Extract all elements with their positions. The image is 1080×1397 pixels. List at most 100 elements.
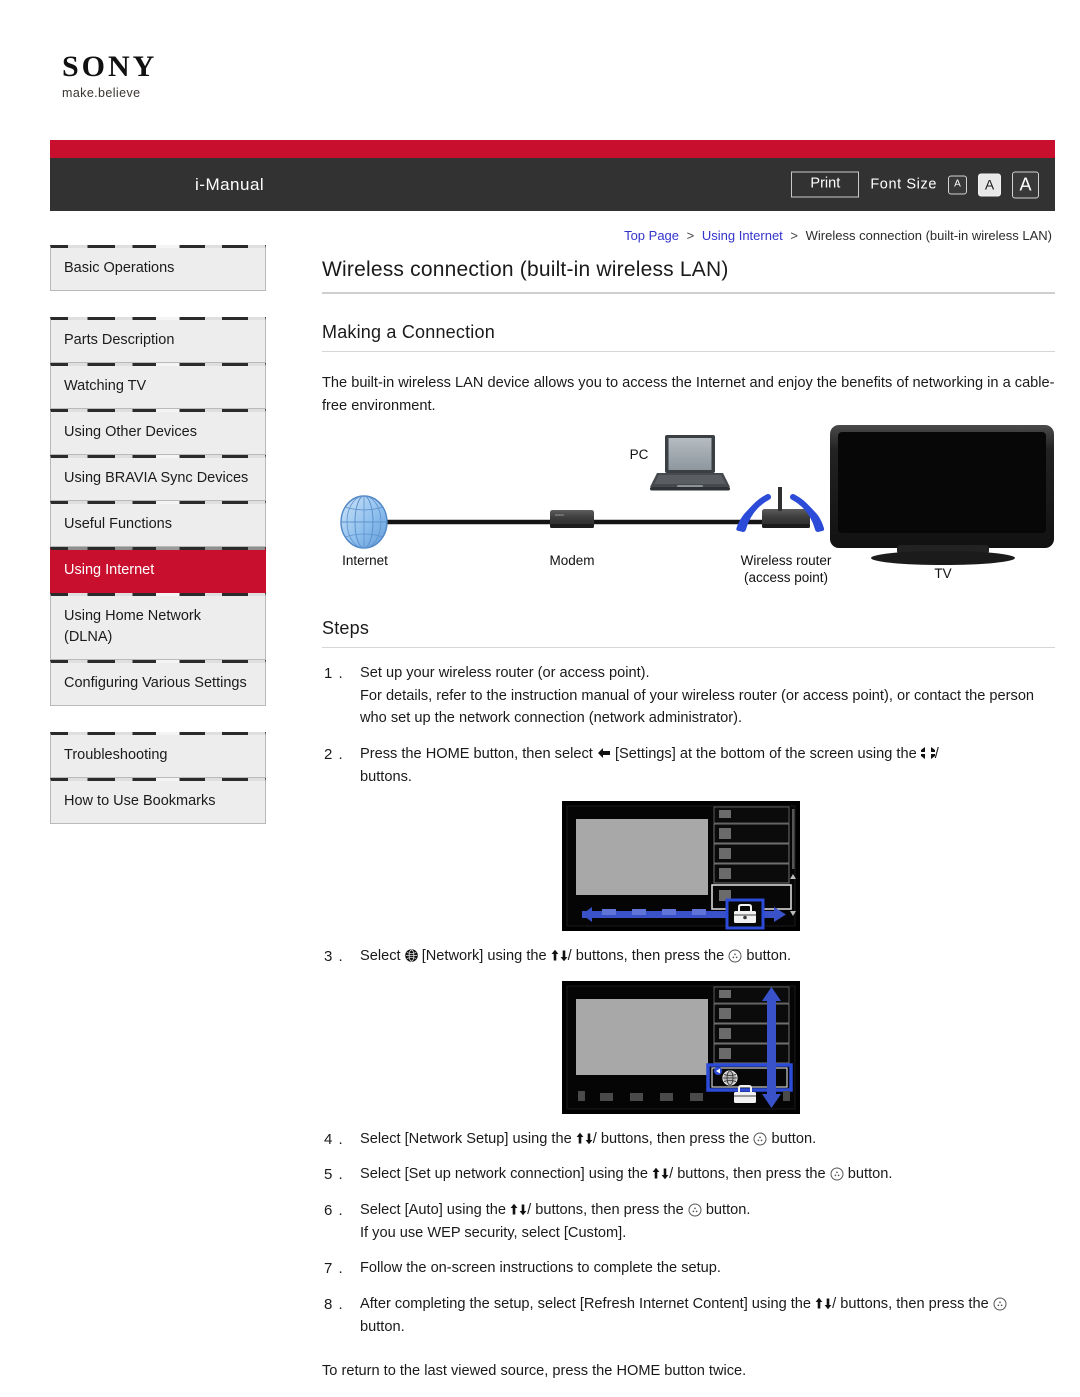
step-8-text-e: button.: [360, 1318, 405, 1335]
page-title: Wireless connection (built-in wireless L…: [322, 258, 729, 281]
step-8-text-d: buttons, then press the: [840, 1295, 989, 1312]
step-4-text-c: /: [592, 1130, 597, 1147]
up-down-buttons-icon: [815, 1295, 832, 1310]
sidebar-item-using-home-network-dlna[interactable]: Using Home Network (DLNA): [50, 593, 266, 661]
step-6: Select [Auto] using the / buttons, then …: [322, 1199, 1055, 1244]
section-heading-making-a-connection: Making a Connection: [322, 322, 495, 342]
sidebar-item-watching-tv[interactable]: Watching TV: [50, 363, 266, 410]
step-2-text-a: Press the HOME button, then select: [360, 746, 593, 763]
step-3-text-b: [Network] using the: [421, 948, 547, 965]
step-3: Select [Network] using the / buttons, th…: [322, 945, 1055, 968]
step-4: Select [Network Setup] using the / butto…: [322, 1128, 1055, 1151]
step-7-line-1: Follow the on-screen instructions to com…: [360, 1260, 721, 1277]
step-6-text-a: Select [Auto] using the: [360, 1202, 507, 1219]
step-5-text-a: Select [Set up network connection] using…: [360, 1166, 648, 1183]
breadcrumb-item-using-internet[interactable]: Using Internet: [702, 228, 783, 243]
breadcrumb-separator: >: [686, 228, 695, 243]
print-button[interactable]: Print: [791, 171, 860, 198]
modem-icon: [550, 510, 594, 529]
up-down-buttons-icon: [576, 1130, 593, 1145]
diagram-label-tv: TV: [934, 566, 952, 582]
step-2: Press the HOME button, then select [Sett…: [322, 743, 1055, 788]
sidebar-item-using-bravia-sync-devices[interactable]: Using BRAVIA Sync Devices: [50, 455, 266, 502]
steps-list-3: Select [Network Setup] using the / butto…: [322, 1128, 1055, 1338]
step-1: Set up your wireless router (or access p…: [322, 662, 1055, 730]
up-down-buttons-icon: [652, 1165, 669, 1180]
main-content: Wireless connection (built-in wireless L…: [322, 258, 1055, 1397]
step-1-line-2: For details, refer to the instruction ma…: [360, 687, 1035, 727]
enter-button-icon: [830, 1166, 844, 1181]
sony-wordmark: SONY: [62, 50, 158, 83]
step-2-text-c: /: [934, 746, 939, 763]
step-3-text-d: buttons, then press the: [575, 948, 725, 965]
sidebar-item-troubleshooting[interactable]: Troubleshooting: [50, 732, 266, 779]
up-down-buttons-icon: [551, 947, 568, 962]
sony-logo: SONY make.believe: [62, 52, 157, 100]
sidebar-item-using-internet[interactable]: Using Internet: [50, 547, 266, 594]
up-down-buttons-icon: [510, 1201, 527, 1216]
enter-button-icon: [993, 1296, 1007, 1311]
step-3-text-c: /: [567, 948, 572, 965]
tv-icon: [830, 425, 1054, 566]
diagram-label-router-line1: Wireless router: [740, 553, 832, 569]
steps-divider: [322, 647, 1055, 649]
sony-tagline: make.believe: [62, 86, 141, 100]
step-6-subtext: If you use WEP security, select [Custom]…: [360, 1224, 627, 1241]
step-4-text-a: Select [Network Setup] using the: [360, 1130, 572, 1147]
breadcrumb-separator: >: [790, 228, 799, 243]
sidebar-item-basic-operations[interactable]: Basic Operations: [50, 245, 266, 292]
left-arrow-icon: [597, 744, 611, 759]
step-5-text-d: buttons, then press the: [677, 1166, 826, 1183]
step-7: Follow the on-screen instructions to com…: [322, 1257, 1055, 1280]
step-8-text-c: /: [832, 1295, 837, 1312]
enter-button-icon: [753, 1131, 767, 1146]
step-5-text-c: /: [669, 1166, 674, 1183]
step-1-line-1: Set up your wireless router (or access p…: [360, 665, 650, 682]
title-divider: [322, 292, 1055, 294]
site-header: i-Manual Print Font Size A A A: [50, 140, 1055, 211]
sidebar-item-configuring-various-settings[interactable]: Configuring Various Settings: [50, 660, 266, 707]
enter-button-icon: [728, 948, 742, 963]
font-size-small-button[interactable]: A: [948, 175, 967, 194]
sidebar-item-using-other-devices[interactable]: Using Other Devices: [50, 409, 266, 456]
step-3-text-e: button.: [746, 948, 792, 965]
closing-note: To return to the last viewed source, pre…: [322, 1363, 747, 1380]
sidebar-item-how-to-use-bookmarks[interactable]: How to Use Bookmarks: [50, 778, 266, 825]
steps-list: Set up your wireless router (or access p…: [322, 662, 1055, 788]
intro-paragraph: The built-in wireless LAN device allows …: [322, 375, 1055, 414]
step-4-text-d: buttons, then press the: [600, 1130, 750, 1147]
diagram-label-wireless-router: Wireless router (access point): [714, 553, 858, 587]
font-size-large-button[interactable]: A: [1012, 171, 1039, 198]
sidebar-item-useful-functions[interactable]: Useful Functions: [50, 501, 266, 548]
tv-screenshot-1-svg: [561, 801, 800, 932]
diagram-label-internet: Internet: [342, 553, 388, 569]
sidebar-group-2: Parts Description Watching TV Using Othe…: [50, 317, 266, 707]
sidebar-group-3: Troubleshooting How to Use Bookmarks: [50, 732, 266, 825]
diagram-label-router-line2: (access point): [743, 570, 829, 586]
step-8: After completing the setup, select [Refr…: [322, 1293, 1055, 1338]
tv-screenshot-2: [306, 980, 1055, 1114]
font-size-label: Font Size: [870, 176, 937, 193]
internet-globe-icon: [340, 495, 388, 549]
sidebar-item-parts-description[interactable]: Parts Description: [50, 317, 266, 364]
step-6-text-e: button.: [705, 1202, 751, 1219]
step-2-text-b: [Settings] at the bottom of the screen u…: [614, 746, 917, 763]
diagram-label-pc: PC: [629, 447, 649, 463]
section-heading-steps: Steps: [322, 618, 370, 639]
header-tools: Print Font Size A A A: [791, 171, 1039, 198]
breadcrumb-item-top-page[interactable]: Top Page: [624, 228, 679, 243]
step-6-text-d: buttons, then press the: [535, 1202, 684, 1219]
step-3-text-a: Select: [360, 948, 401, 965]
pc-laptop-icon: [650, 435, 730, 491]
diagram-label-modem: Modem: [549, 553, 595, 569]
sidebar-nav: Basic Operations Parts Description Watch…: [50, 245, 266, 850]
step-4-text-e: button.: [771, 1130, 817, 1147]
font-size-medium-button[interactable]: A: [978, 173, 1001, 196]
steps-list-2: Select [Network] using the / buttons, th…: [322, 945, 1055, 968]
globe-icon: [721, 1070, 738, 1086]
left-right-buttons-icon: [920, 744, 935, 760]
sidebar-group-1: Basic Operations: [50, 245, 266, 292]
tv-screenshot-1: [306, 801, 1055, 932]
step-2-text-d: buttons.: [360, 768, 412, 785]
step-8-text-a: After completing the setup, select [Refr…: [360, 1295, 812, 1312]
